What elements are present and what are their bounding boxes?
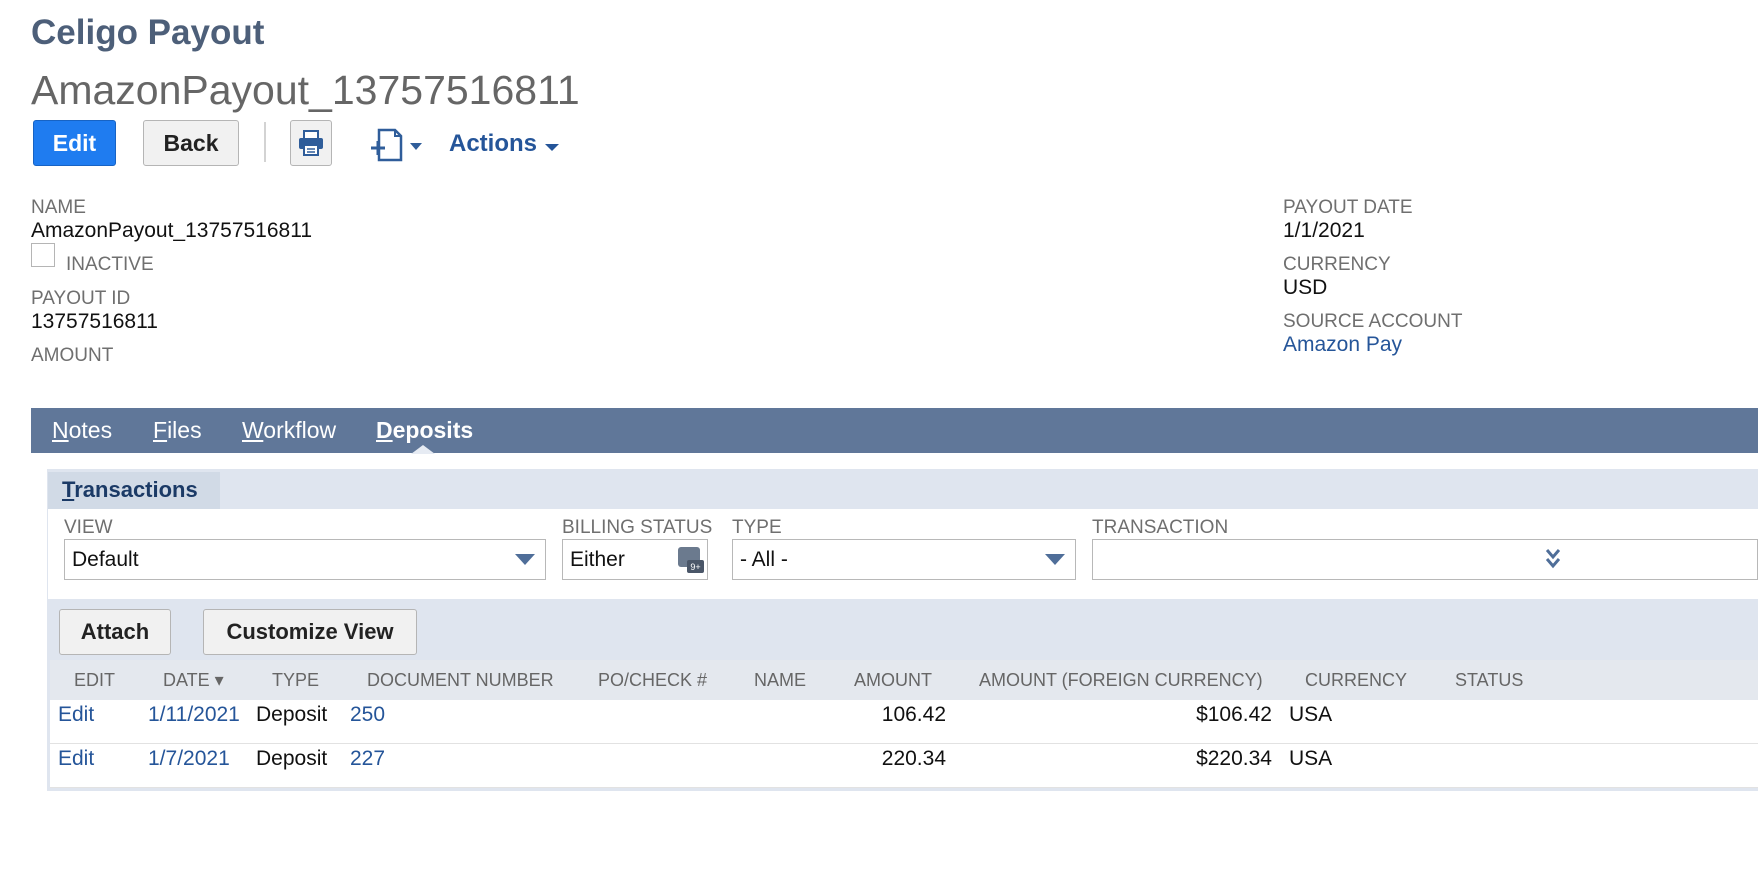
view-filter-label: VIEW (64, 517, 113, 538)
chevron-down-icon (545, 143, 560, 151)
currency-label: CURRENCY (1283, 254, 1391, 275)
customize-view-button[interactable]: Customize View (203, 609, 417, 655)
transaction-select[interactable] (1092, 539, 1758, 580)
actions-label: Actions (449, 130, 538, 157)
row-type: Deposit (256, 703, 328, 726)
new-document-menu[interactable] (369, 126, 427, 164)
type-select-value: - All - (740, 548, 788, 571)
column-header-document-number[interactable]: DOCUMENT NUMBER (367, 670, 554, 691)
list-picker-icon[interactable]: 9+ (677, 546, 705, 574)
edit-button[interactable]: Edit (33, 120, 116, 166)
back-button[interactable]: Back (143, 120, 239, 166)
record-type-title: Celigo Payout (31, 13, 265, 52)
row-date-link[interactable]: 1/7/2021 (148, 747, 230, 771)
payout-id-value: 13757516811 (31, 310, 158, 333)
toolbar-divider (264, 122, 266, 162)
payout-date-value: 1/1/2021 (1283, 219, 1365, 242)
subtab-transactions-text: ransactions (74, 477, 198, 502)
tab-deposits-label: eposits (392, 417, 474, 443)
type-filter-label: TYPE (732, 517, 782, 538)
column-header-status[interactable]: STATUS (1455, 670, 1523, 691)
view-select[interactable]: Default (64, 539, 546, 580)
tab-files-label: iles (167, 417, 202, 443)
tab-workflow-label: orkflow (263, 417, 337, 443)
payout-id-label: PAYOUT ID (31, 288, 131, 309)
active-tab-indicator (411, 445, 435, 454)
row-currency: USA (1289, 703, 1333, 726)
svg-text:9+: 9+ (690, 562, 700, 572)
row-edit-link[interactable]: Edit (58, 703, 94, 727)
type-select[interactable]: - All - (732, 539, 1076, 580)
record-name-title: AmazonPayout_13757516811 (31, 67, 580, 113)
name-value: AmazonPayout_13757516811 (31, 219, 313, 242)
double-chevron-down-icon[interactable] (1546, 547, 1560, 571)
inactive-label: INACTIVE (66, 254, 154, 275)
billing-status-label: BILLING STATUS (562, 517, 713, 538)
amount-label: AMOUNT (31, 345, 114, 366)
print-icon (299, 130, 323, 156)
column-header-edit: EDIT (74, 670, 116, 690)
column-header-amount-foreign[interactable]: AMOUNT (FOREIGN CURRENCY) (979, 670, 1263, 691)
tab-notes-mnemonic: N (52, 417, 69, 443)
row-document-number-link[interactable]: 250 (350, 703, 385, 727)
row-type: Deposit (256, 747, 328, 770)
tab-files[interactable]: Files (153, 408, 202, 453)
row-amount-foreign: $106.42 (1196, 703, 1272, 726)
column-header-currency[interactable]: CURRENCY (1305, 670, 1407, 691)
new-document-icon (371, 128, 422, 162)
source-account-label: SOURCE ACCOUNT (1283, 311, 1463, 332)
column-header-name[interactable]: NAME (754, 670, 806, 691)
tab-notes-label: otes (68, 417, 113, 443)
tab-notes[interactable]: Notes (52, 408, 112, 453)
tab-deposits-mnemonic: D (376, 417, 393, 443)
row-divider (50, 787, 1758, 788)
inactive-checkbox[interactable] (31, 243, 55, 267)
print-button[interactable] (290, 120, 332, 166)
source-account-link[interactable]: Amazon Pay (1283, 333, 1402, 357)
column-header-type[interactable]: TYPE (272, 670, 319, 691)
name-label: NAME (31, 197, 86, 218)
row-amount: 220.34 (881, 747, 946, 770)
subtab-bar: Notes Files Workflow Deposits (31, 408, 1758, 453)
tab-files-mnemonic: F (153, 417, 168, 443)
row-amount: 106.42 (881, 703, 946, 726)
chevron-down-icon (515, 554, 535, 565)
row-date-link[interactable]: 1/11/2021 (148, 703, 240, 727)
column-header-amount[interactable]: AMOUNT (854, 670, 932, 691)
subtab-transactions-label[interactable]: Transactions (62, 477, 198, 503)
tab-workflow[interactable]: Workflow (242, 408, 336, 453)
view-select-value: Default (72, 548, 139, 571)
chevron-down-icon (1045, 554, 1065, 565)
column-header-date[interactable]: DATE ▾ (163, 670, 224, 691)
row-currency: USA (1289, 747, 1333, 770)
transaction-filter-label: TRANSACTION (1092, 517, 1229, 538)
billing-status-value: Either (570, 548, 625, 571)
row-edit-link[interactable]: Edit (58, 747, 94, 771)
attach-button[interactable]: Attach (59, 609, 171, 655)
payout-date-label: PAYOUT DATE (1283, 197, 1413, 218)
subtab-transactions-mnemonic: T (62, 477, 75, 502)
row-document-number-link[interactable]: 227 (350, 747, 385, 771)
currency-value: USD (1283, 276, 1328, 299)
row-amount-foreign: $220.34 (1196, 747, 1272, 770)
actions-menu[interactable]: Actions (449, 130, 560, 162)
column-header-po-check[interactable]: PO/CHECK # (598, 670, 707, 691)
tab-workflow-mnemonic: W (242, 417, 264, 443)
